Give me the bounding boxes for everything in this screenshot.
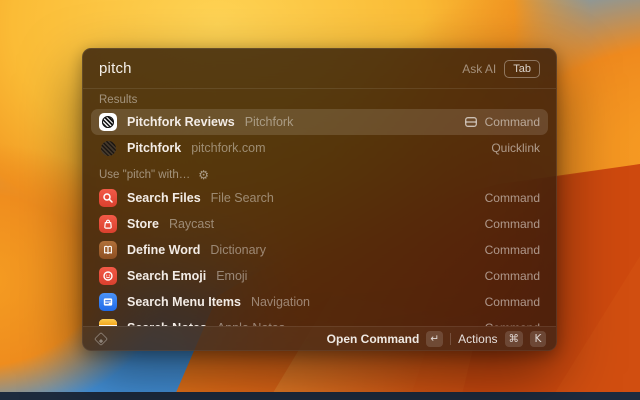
- suggestion-row-search-menu-items[interactable]: Search Menu Items Navigation Command: [91, 289, 548, 315]
- suggestion-row-search-notes[interactable]: Search Notes Apple Notes Command: [91, 315, 548, 326]
- results-list: Results Pitchfork Reviews Pitchfork Comm…: [83, 89, 556, 326]
- row-subtitle: Navigation: [250, 295, 311, 309]
- row-subtitle: pitchfork.com: [191, 141, 266, 155]
- raycast-logo-icon: [93, 331, 109, 346]
- suggestion-row-define-word[interactable]: Define Word Dictionary Command: [91, 237, 548, 263]
- row-type-label: Quicklink: [491, 141, 540, 155]
- row-title: Pitchfork: [127, 141, 182, 155]
- results-section-label: Results: [99, 94, 138, 106]
- row-title: Pitchfork Reviews: [127, 115, 235, 129]
- k-key-icon: K: [530, 330, 546, 347]
- apple-notes-icon: [99, 319, 117, 326]
- raycast-window: pitch Ask AI Tab Results Pitchfork Revie…: [82, 48, 557, 351]
- wallpaper-bottom-strip: [0, 392, 640, 400]
- command-type-icon: [464, 117, 477, 127]
- result-row-pitchfork-quicklink[interactable]: Pitchfork pitchfork.com Quicklink: [91, 135, 548, 161]
- row-type-label: Command: [484, 217, 540, 231]
- row-title: Define Word: [127, 243, 201, 257]
- row-subtitle: Pitchfork: [244, 115, 294, 129]
- return-key-icon: ↵: [426, 330, 444, 347]
- row-type-label: Command: [484, 191, 540, 205]
- tab-key-badge: Tab: [504, 59, 540, 78]
- row-type-label: Command: [484, 243, 540, 257]
- gear-icon[interactable]: ⚙: [198, 169, 209, 181]
- store-icon: [99, 215, 117, 233]
- suggestion-row-search-emoji[interactable]: Search Emoji Emoji Command: [91, 263, 548, 289]
- suggestion-row-search-files[interactable]: Search Files File Search Command: [91, 185, 548, 211]
- row-subtitle: Raycast: [168, 217, 215, 231]
- search-bar[interactable]: pitch Ask AI Tab: [83, 49, 556, 89]
- emoji-face-icon: [99, 267, 117, 285]
- row-type-label: Command: [484, 269, 540, 283]
- row-subtitle: File Search: [210, 191, 274, 205]
- row-title: Search Files: [127, 191, 201, 205]
- open-command-button[interactable]: Open Command: [327, 332, 420, 346]
- actions-button[interactable]: Actions: [458, 332, 497, 346]
- row-title: Search Emoji: [127, 269, 207, 283]
- menu-list-icon: [99, 293, 117, 311]
- row-type-label: Command: [484, 295, 540, 309]
- row-title: Search Menu Items: [127, 295, 241, 309]
- search-input[interactable]: pitch: [99, 60, 454, 77]
- row-title: Store: [127, 217, 159, 231]
- ask-ai-button[interactable]: Ask AI: [462, 62, 496, 76]
- pitchfork-reviews-icon: [99, 113, 117, 131]
- file-search-icon: [99, 189, 117, 207]
- suggestions-section-header: Use "pitch" with… ⚙: [91, 161, 548, 185]
- row-type-label: Command: [484, 115, 540, 129]
- results-section-header: Results: [91, 89, 548, 109]
- suggestion-row-store[interactable]: Store Raycast Command: [91, 211, 548, 237]
- footer-bar: Open Command ↵ Actions ⌘ K: [83, 326, 556, 350]
- pitchfork-favicon: [99, 139, 117, 157]
- row-subtitle: Dictionary: [210, 243, 266, 257]
- row-subtitle: Emoji: [216, 269, 248, 283]
- suggestions-section-label: Use "pitch" with…: [99, 169, 191, 181]
- result-row-pitchfork-reviews[interactable]: Pitchfork Reviews Pitchfork Command: [91, 109, 548, 135]
- command-key-icon: ⌘: [504, 330, 523, 347]
- footer-divider: [450, 332, 452, 345]
- dictionary-book-icon: [99, 241, 117, 259]
